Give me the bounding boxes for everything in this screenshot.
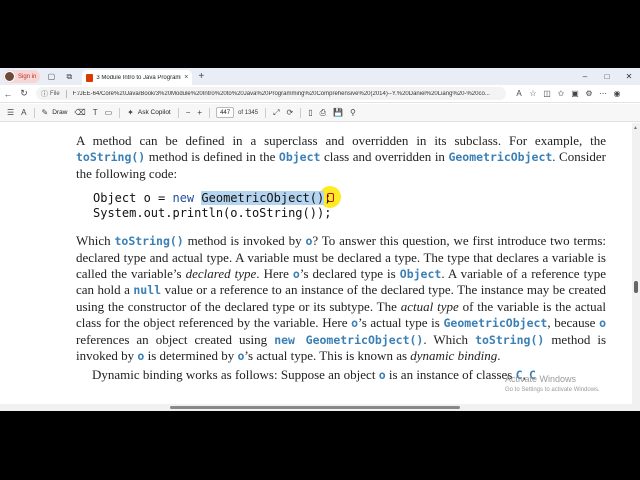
address-bar-actions: A ☆ ◫ ✩ ▣ ⚙ ⋯ ◉ bbox=[512, 89, 624, 98]
scrollbar-thumb[interactable] bbox=[170, 406, 460, 409]
scrollbar-thumb[interactable] bbox=[634, 281, 638, 293]
toolbar-divider bbox=[177, 107, 179, 118]
url-field[interactable]: ⓘ File F:/JEE-64/Core%20Java/Book/3%20Mo… bbox=[36, 87, 506, 100]
zoom-in-icon[interactable]: + bbox=[197, 108, 202, 117]
page-view-icon[interactable]: ▯ bbox=[308, 108, 312, 117]
minimize-button[interactable]: – bbox=[574, 68, 596, 85]
maximize-button[interactable]: □ bbox=[596, 68, 618, 85]
save-icon[interactable]: 💾 bbox=[333, 108, 343, 117]
pdf-toolbar: ☰ A ✎ Draw ⌫ T ▭ ✦ Ask Copilot − + 447 o… bbox=[0, 104, 640, 122]
copilot-toolbar-icon[interactable]: ✦ bbox=[127, 108, 134, 117]
url-text: F:/JEE-64/Core%20Java/Book/3%20Module%20… bbox=[72, 90, 490, 97]
back-icon[interactable]: ← bbox=[0, 89, 16, 99]
page-number-input[interactable]: 447 bbox=[216, 107, 235, 118]
split-screen-icon[interactable]: ◫ bbox=[540, 89, 554, 98]
draw-button[interactable]: Draw bbox=[52, 109, 67, 116]
info-icon[interactable]: ⓘ bbox=[41, 89, 48, 99]
toolbar-divider bbox=[300, 107, 302, 118]
pdf-viewport[interactable]: A method can be defined in a superclass … bbox=[0, 123, 632, 411]
address-bar: ← ↻ ⓘ File F:/JEE-64/Core%20Java/Book/3%… bbox=[0, 85, 640, 103]
code-term: GeometricObject bbox=[448, 150, 553, 165]
toolbar-divider bbox=[119, 107, 121, 118]
ask-copilot-button[interactable]: Ask Copilot bbox=[138, 109, 171, 116]
activate-windows-watermark: Activate Windows Go to Settings to activ… bbox=[505, 374, 600, 393]
vertical-scrollbar[interactable]: ▲ bbox=[632, 123, 640, 411]
horizontal-scrollbar[interactable] bbox=[0, 404, 632, 411]
fit-page-icon[interactable]: ⤢ bbox=[273, 108, 279, 118]
draw-icon[interactable]: ✎ bbox=[42, 108, 49, 117]
copilot-icon[interactable]: ◉ bbox=[610, 89, 624, 98]
avatar bbox=[4, 71, 15, 82]
tab-close-icon[interactable]: × bbox=[184, 74, 188, 81]
workspaces-icon[interactable]: ▢ bbox=[44, 70, 58, 84]
pdf-icon bbox=[86, 73, 94, 82]
tab-strip: Sign in ▢ ⧉ 3 Module Intro to Java Progr… bbox=[0, 68, 640, 85]
code-term: Object bbox=[278, 150, 321, 165]
rotate-icon[interactable]: ⟳ bbox=[287, 108, 294, 117]
video-letterbox-bottom bbox=[0, 411, 640, 480]
code-line: System.out.println(o.toString()); bbox=[93, 206, 332, 221]
read-aloud-toolbar-icon[interactable]: A bbox=[21, 108, 26, 117]
code-term: toString() bbox=[76, 150, 146, 165]
scroll-up-icon[interactable]: ▲ bbox=[633, 125, 638, 131]
browser-window: Sign in ▢ ⧉ 3 Module Intro to Java Progr… bbox=[0, 68, 640, 411]
new-tab-button[interactable]: + bbox=[198, 71, 204, 82]
url-separator bbox=[65, 89, 67, 98]
close-window-button[interactable]: ✕ bbox=[618, 68, 640, 85]
extensions-icon[interactable]: ⚙ bbox=[582, 89, 596, 98]
code-block: Object o = new GeometricObject(); System… bbox=[93, 186, 606, 221]
selected-text: GeometricObject() bbox=[201, 191, 325, 206]
video-letterbox-top bbox=[0, 0, 640, 68]
read-aloud-icon[interactable]: A bbox=[512, 89, 526, 98]
page-total: of 1345 bbox=[238, 109, 259, 116]
print-icon[interactable]: ⎙ bbox=[320, 108, 326, 118]
contents-icon[interactable]: ☰ bbox=[7, 108, 14, 117]
paragraph-intro: A method can be defined in a superclass … bbox=[76, 133, 606, 181]
highlight-icon[interactable]: ▭ bbox=[105, 108, 113, 117]
toolbar-divider bbox=[265, 107, 267, 118]
refresh-icon[interactable]: ↻ bbox=[16, 88, 32, 99]
profile-button[interactable]: Sign in bbox=[3, 70, 41, 83]
tab-active[interactable]: 3 Module Intro to Java Programming × bbox=[82, 70, 193, 85]
tab-actions-icon[interactable]: ⧉ bbox=[62, 70, 76, 84]
zoom-out-icon[interactable]: − bbox=[186, 108, 191, 117]
window-controls: – □ ✕ bbox=[574, 68, 640, 85]
collections-icon[interactable]: ▣ bbox=[568, 89, 582, 98]
more-menu-icon[interactable]: ⋯ bbox=[596, 89, 610, 98]
erase-icon[interactable]: ⌫ bbox=[74, 108, 85, 117]
favorite-star-icon[interactable]: ☆ bbox=[526, 89, 540, 98]
sign-in-label: Sign in bbox=[18, 73, 37, 80]
toolbar-divider bbox=[209, 107, 211, 118]
pdf-page: A method can be defined in a superclass … bbox=[76, 133, 606, 384]
toolbar-divider bbox=[33, 107, 35, 118]
tab-title: 3 Module Intro to Java Programming bbox=[96, 74, 181, 81]
pin-icon[interactable]: ⚲ bbox=[350, 108, 356, 117]
paragraph-dynamic-binding: Which toString() method is invoked by o?… bbox=[76, 233, 607, 364]
favorites-icon[interactable]: ✩ bbox=[554, 89, 568, 98]
file-label: File bbox=[50, 90, 60, 97]
add-text-icon[interactable]: T bbox=[93, 108, 98, 117]
